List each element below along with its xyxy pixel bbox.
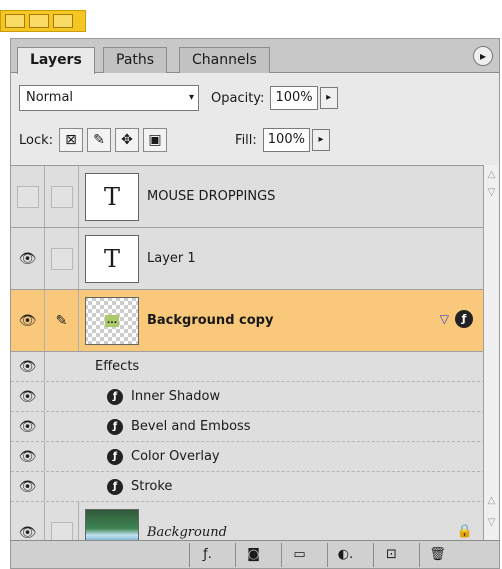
layer-name: MOUSE DROPPINGS bbox=[147, 189, 276, 204]
fill-group: Fill: 100% ▸ bbox=[223, 128, 330, 152]
opacity-label: Opacity: bbox=[211, 90, 265, 106]
effect-row[interactable]: 👁 ƒ Stroke bbox=[11, 472, 485, 502]
effect-icon: ƒ bbox=[107, 478, 123, 495]
palette-menu-button[interactable]: ▸ bbox=[473, 46, 493, 66]
visibility-toggle[interactable]: 👁 bbox=[11, 228, 45, 289]
blend-row: Normal ▾ Opacity: 100% ▸ bbox=[19, 83, 491, 113]
visibility-toggle[interactable]: 👁 bbox=[11, 290, 45, 351]
scroll-down-icon[interactable]: ▽ bbox=[485, 185, 498, 201]
scroll-up-icon[interactable]: △ bbox=[485, 495, 498, 511]
tab-layers[interactable]: Layers bbox=[17, 47, 95, 74]
new-adjustment-layer-button[interactable]: ◐. bbox=[327, 542, 363, 567]
visibility-toggle[interactable]: 👁 bbox=[11, 352, 45, 381]
blend-mode-value: Normal bbox=[26, 90, 74, 105]
effect-name: Inner Shadow bbox=[131, 389, 221, 404]
bottom-toolbar: ƒ. ◙ ▭ ◐. ⊡ 🗑 bbox=[11, 540, 499, 568]
thumb-label: ... bbox=[104, 314, 120, 327]
visibility-toggle[interactable]: 👁 bbox=[11, 412, 45, 441]
tab-channels[interactable]: Channels bbox=[179, 47, 270, 73]
chevron-down-icon: ▾ bbox=[188, 92, 194, 103]
new-set-button[interactable]: ▭ bbox=[281, 542, 317, 567]
fill-slider-button[interactable]: ▸ bbox=[311, 129, 330, 151]
layer-row[interactable]: T MOUSE DROPPINGS bbox=[11, 166, 485, 228]
link-toggle[interactable] bbox=[45, 502, 79, 543]
effects-expand-icon[interactable]: ▽ bbox=[440, 312, 449, 326]
effects-header-row[interactable]: 👁 Effects bbox=[11, 352, 485, 382]
layer-name: Background bbox=[147, 525, 227, 540]
eye-icon: 👁 bbox=[18, 524, 37, 541]
visibility-toggle[interactable]: 👁 bbox=[11, 442, 45, 471]
fill-label: Fill: bbox=[235, 132, 257, 148]
lock-move-icon[interactable]: ✥ bbox=[115, 128, 140, 152]
scroll-down-icon[interactable]: ▽ bbox=[485, 517, 498, 533]
lock-transparent-icon[interactable]: ⊠ bbox=[59, 128, 84, 152]
add-mask-button[interactable]: ◙ bbox=[235, 542, 271, 567]
lock-all-icon[interactable]: ▣ bbox=[143, 128, 168, 152]
eye-icon: 👁 bbox=[18, 250, 37, 267]
link-toggle[interactable] bbox=[45, 228, 79, 289]
layers-palette: Layers Paths Channels ▸ Normal ▾ Opacity… bbox=[10, 38, 500, 569]
eye-icon: 👁 bbox=[18, 448, 37, 465]
layer-thumbnail: T bbox=[85, 234, 139, 283]
effect-icon: ƒ bbox=[107, 388, 123, 405]
delete-layer-button[interactable]: 🗑 bbox=[419, 542, 455, 567]
visibility-toggle[interactable]: 👁 bbox=[11, 382, 45, 411]
layers-list: T MOUSE DROPPINGS 👁 T Layer 1 👁 ✎ ... Ba… bbox=[11, 165, 485, 543]
effect-row[interactable]: 👁 ƒ Color Overlay bbox=[11, 442, 485, 472]
eye-icon: 👁 bbox=[18, 312, 37, 329]
blend-mode-select[interactable]: Normal ▾ bbox=[19, 85, 199, 111]
scroll-up-icon[interactable]: △ bbox=[485, 167, 498, 183]
effects-icon: ƒ bbox=[455, 310, 473, 328]
eye-icon: 👁 bbox=[18, 418, 37, 435]
eye-icon: 👁 bbox=[18, 478, 37, 495]
layer-name: Background copy bbox=[147, 313, 274, 328]
layer-row-selected[interactable]: 👁 ✎ ... Background copy ▽ ƒ bbox=[11, 290, 485, 352]
lock-icon: 🔒 bbox=[456, 524, 473, 539]
visibility-toggle[interactable]: 👁 bbox=[11, 472, 45, 501]
opacity-field[interactable]: 100% bbox=[270, 86, 318, 110]
layer-name: Layer 1 bbox=[147, 251, 196, 266]
lock-brush-icon[interactable]: ✎ bbox=[87, 128, 112, 152]
palette-content: Normal ▾ Opacity: 100% ▸ Lock: ⊠ ✎ ✥ ▣ F… bbox=[11, 73, 499, 568]
effect-name: Bevel and Emboss bbox=[131, 419, 251, 434]
layer-thumbnail: ... bbox=[85, 296, 139, 345]
effect-icon: ƒ bbox=[107, 448, 123, 465]
effect-name: Stroke bbox=[131, 479, 173, 494]
tab-bar: Layers Paths Channels ▸ bbox=[11, 39, 499, 74]
lock-row: Lock: ⊠ ✎ ✥ ▣ Fill: 100% ▸ bbox=[15, 125, 491, 155]
effect-name: Color Overlay bbox=[131, 449, 220, 464]
lock-label: Lock: bbox=[19, 132, 54, 148]
brush-icon: ✎ bbox=[55, 312, 68, 329]
link-toggle[interactable] bbox=[45, 166, 79, 227]
opacity-slider-button[interactable]: ▸ bbox=[319, 87, 338, 109]
layer-thumbnail bbox=[85, 508, 139, 543]
effect-row[interactable]: 👁 ƒ Inner Shadow bbox=[11, 382, 485, 412]
add-layer-style-button[interactable]: ƒ. bbox=[189, 542, 225, 567]
effect-icon: ƒ bbox=[107, 418, 123, 435]
effects-header: Effects bbox=[95, 359, 140, 374]
fill-field[interactable]: 100% bbox=[262, 128, 310, 152]
tab-paths[interactable]: Paths bbox=[103, 47, 168, 73]
layer-thumbnail: T bbox=[85, 172, 139, 221]
effect-row[interactable]: 👁 ƒ Bevel and Emboss bbox=[11, 412, 485, 442]
layer-row[interactable]: 👁 Background 🔒 bbox=[11, 502, 485, 543]
eye-icon: 👁 bbox=[18, 388, 37, 405]
visibility-toggle[interactable] bbox=[11, 166, 45, 227]
visibility-toggle[interactable]: 👁 bbox=[11, 502, 45, 543]
palette-grip[interactable] bbox=[0, 10, 86, 32]
scrollbar[interactable]: △ ▽ △ ▽ bbox=[483, 165, 499, 543]
new-layer-button[interactable]: ⊡ bbox=[373, 542, 409, 567]
eye-icon: 👁 bbox=[18, 358, 37, 375]
link-toggle[interactable]: ✎ bbox=[45, 290, 79, 351]
layer-row[interactable]: 👁 T Layer 1 bbox=[11, 228, 485, 290]
